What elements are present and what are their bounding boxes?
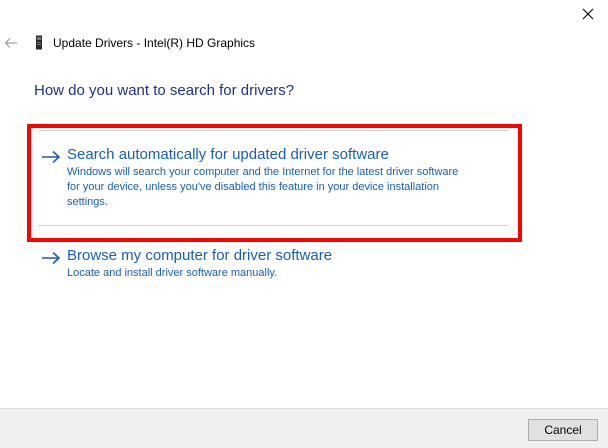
close-icon	[582, 8, 594, 20]
option-description-line: Windows will search your computer and th…	[67, 166, 459, 178]
back-arrow-icon	[4, 38, 17, 48]
arrow-right-icon	[40, 248, 62, 268]
option-title: Search automatically for updated driver …	[67, 146, 389, 163]
option-description-line: settings.	[67, 196, 108, 208]
device-icon	[33, 35, 45, 51]
browse-computer-option[interactable]: Browse my computer for driver software L…	[38, 244, 508, 286]
dialog-title-bar: Update Drivers - Intel(R) HD Graphics	[33, 34, 255, 52]
option-description: Windows will search your computer and th…	[67, 165, 508, 210]
option-description: Locate and install driver software manua…	[67, 266, 508, 281]
update-drivers-dialog: Update Drivers - Intel(R) HD Graphics Ho…	[0, 0, 608, 448]
arrow-right-icon	[40, 147, 62, 167]
cancel-button[interactable]: Cancel	[528, 419, 598, 441]
page-heading: How do you want to search for drivers?	[34, 82, 295, 99]
dialog-title: Update Drivers - Intel(R) HD Graphics	[53, 36, 256, 50]
search-automatically-option[interactable]: Search automatically for updated driver …	[38, 130, 508, 226]
option-description-line: Locate and install driver software manua…	[67, 267, 278, 279]
back-button[interactable]	[2, 34, 20, 52]
close-button[interactable]	[576, 2, 600, 26]
option-description-line: for your device, unless you've disabled …	[67, 181, 440, 193]
dialog-footer: Cancel	[0, 408, 608, 448]
option-title: Browse my computer for driver software	[67, 247, 333, 264]
